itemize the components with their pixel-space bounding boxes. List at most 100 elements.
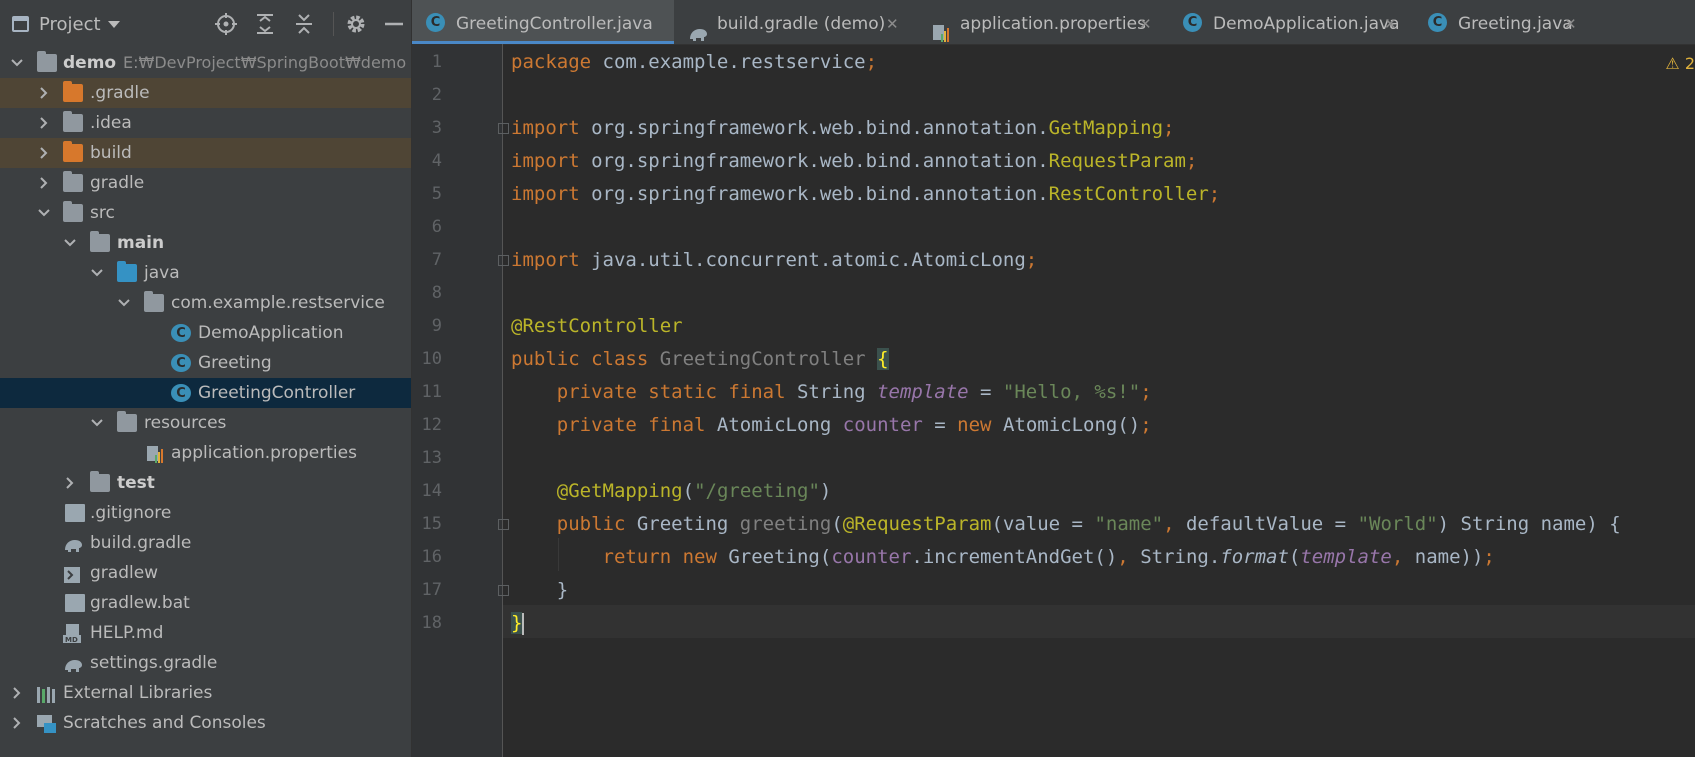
tree-item-resources[interactable]: resources [0, 408, 411, 438]
project-tree: demo E:₩DevProject₩SpringBoot₩demo .grad… [0, 48, 411, 738]
markdown-file-icon: MD [63, 624, 83, 644]
line-number: 10 [421, 349, 442, 369]
tree-item-greeting[interactable]: C Greeting [0, 348, 411, 378]
tree-item-gradlew-bat[interactable]: gradlew.bat [0, 588, 411, 618]
tree-item-gitignore[interactable]: .gitignore [0, 498, 411, 528]
code-token: .incrementAndGet() [911, 546, 1118, 568]
svg-text:MD: MD [65, 636, 78, 644]
tree-item-settings-gradle[interactable]: settings.gradle [0, 648, 411, 678]
tree-item-help-md[interactable]: MD HELP.md [0, 618, 411, 648]
tree-item-label: gradlew.bat [90, 593, 190, 613]
close-icon[interactable]: ✕ [1564, 0, 1577, 48]
chevron-down-icon[interactable] [90, 258, 104, 288]
tree-item-test[interactable]: test [0, 468, 411, 498]
chevron-down-icon[interactable] [63, 228, 77, 258]
line-number: 16 [421, 547, 442, 567]
tree-item-gradlew[interactable]: gradlew [0, 558, 411, 588]
tab-application-properties[interactable]: application.properties ✕ [919, 0, 1169, 44]
tree-item-package[interactable]: com.example.restservice [0, 288, 411, 318]
tree-item-java[interactable]: java [0, 258, 411, 288]
code-token: private final [556, 414, 717, 436]
code-token: String [796, 381, 878, 403]
tree-item-dot-gradle[interactable]: .gradle [0, 78, 411, 108]
code-line-7: import java.util.concurrent.atomic.Atomi… [511, 244, 1037, 277]
chevron-down-icon[interactable] [117, 288, 131, 318]
code-line-5: import org.springframework.web.bind.anno… [511, 178, 1220, 211]
tab-greeting-controller[interactable]: C GreetingController.java [412, 0, 674, 44]
code-token: Greeting [636, 513, 740, 535]
code-editor[interactable]: package com.example.restservice; import … [503, 44, 1695, 757]
caret-row-highlight [503, 605, 1695, 638]
editor-tab-bar: C GreetingController.java build.gradle (… [412, 0, 1695, 45]
locate-target-icon[interactable] [214, 12, 238, 36]
tree-item-greeting-controller[interactable]: C GreetingController [0, 378, 411, 408]
tree-item-build[interactable]: build [0, 138, 411, 168]
code-line-15: public Greeting greeting(@RequestParam(v… [511, 508, 1621, 541]
code-token: Greeting( [728, 546, 832, 568]
properties-file-icon [146, 444, 166, 463]
chevron-down-icon[interactable] [37, 198, 51, 228]
tree-item-src[interactable]: src [0, 198, 411, 228]
gradle-elephant-icon [62, 534, 82, 552]
code-line-1: package com.example.restservice; [511, 46, 877, 79]
source-root-folder-icon [117, 261, 137, 282]
close-icon[interactable]: ✕ [886, 0, 899, 48]
code-token: import [511, 249, 580, 271]
tab-greeting[interactable]: C Greeting.java ✕ [1414, 0, 1589, 44]
code-token: @RequestParam [842, 513, 992, 535]
close-icon[interactable]: ✕ [1139, 0, 1152, 48]
code-token: defaultValue = [1185, 513, 1358, 535]
tree-item-label: GreetingController [198, 383, 356, 403]
line-number: 2 [431, 85, 442, 105]
project-view-selector[interactable]: Project [39, 14, 101, 35]
tree-item-main[interactable]: main [0, 228, 411, 258]
tab-build-gradle[interactable]: build.gradle (demo) ✕ [674, 0, 919, 44]
tree-item-external-libraries[interactable]: External Libraries [0, 678, 411, 708]
chevron-right-icon[interactable] [37, 168, 51, 198]
tree-item-demo-application[interactable]: C DemoApplication [0, 318, 411, 348]
code-token: package [511, 51, 592, 73]
chevron-right-icon[interactable] [63, 468, 77, 498]
tab-demo-application[interactable]: C DemoApplication.java ✕ [1169, 0, 1414, 44]
warning-indicator[interactable]: ⚠ 2 [1665, 54, 1695, 73]
chevron-down-icon[interactable] [90, 408, 104, 438]
tree-item-build-gradle[interactable]: build.gradle [0, 528, 411, 558]
project-header: Project [0, 0, 411, 48]
code-line-3: import org.springframework.web.bind.anno… [511, 112, 1174, 145]
code-token: "/greeting" [694, 480, 820, 502]
tree-item-application-properties[interactable]: application.properties [0, 438, 411, 468]
chevron-down-icon[interactable] [108, 21, 120, 28]
tree-item-label: build.gradle [90, 533, 192, 553]
resources-folder-icon [117, 411, 137, 432]
editor-gutter[interactable]: 1 2 3 4 5 6 7 8 9 10 11 12 13 14 15 16 1… [412, 44, 509, 757]
chevron-right-icon[interactable] [10, 678, 24, 708]
chevron-right-icon[interactable] [10, 708, 24, 738]
tree-item-label: java [144, 263, 180, 283]
collapse-all-icon[interactable] [292, 12, 316, 36]
code-token: @RestController [511, 315, 683, 337]
code-token: private static final [556, 381, 797, 403]
line-number: 12 [421, 415, 442, 435]
tree-item-label: Greeting [198, 353, 272, 373]
tab-label: Greeting.java [1458, 14, 1573, 34]
class-icon: C [171, 354, 191, 372]
tree-item-label: settings.gradle [90, 653, 218, 673]
tab-label: application.properties [960, 14, 1146, 34]
chevron-right-icon[interactable] [37, 108, 51, 138]
tree-item-label: External Libraries [63, 683, 213, 703]
folder-icon [63, 171, 83, 192]
hide-minimize-icon[interactable] [382, 12, 406, 36]
tree-item-demo[interactable]: demo E:₩DevProject₩SpringBoot₩demo [0, 48, 411, 78]
code-token: RestController [1048, 183, 1209, 205]
gear-icon[interactable] [344, 12, 368, 36]
tree-item-scratches[interactable]: Scratches and Consoles [0, 708, 411, 738]
close-icon[interactable]: ✕ [1384, 0, 1397, 48]
expand-all-icon[interactable] [253, 12, 277, 36]
shell-script-icon [63, 564, 83, 583]
tree-item-dot-idea[interactable]: .idea [0, 108, 411, 138]
chevron-down-icon[interactable] [10, 48, 24, 78]
tree-item-gradle[interactable]: gradle [0, 168, 411, 198]
chevron-right-icon[interactable] [37, 78, 51, 108]
chevron-right-icon[interactable] [37, 138, 51, 168]
code-token: AtomicLong() [1002, 414, 1141, 436]
